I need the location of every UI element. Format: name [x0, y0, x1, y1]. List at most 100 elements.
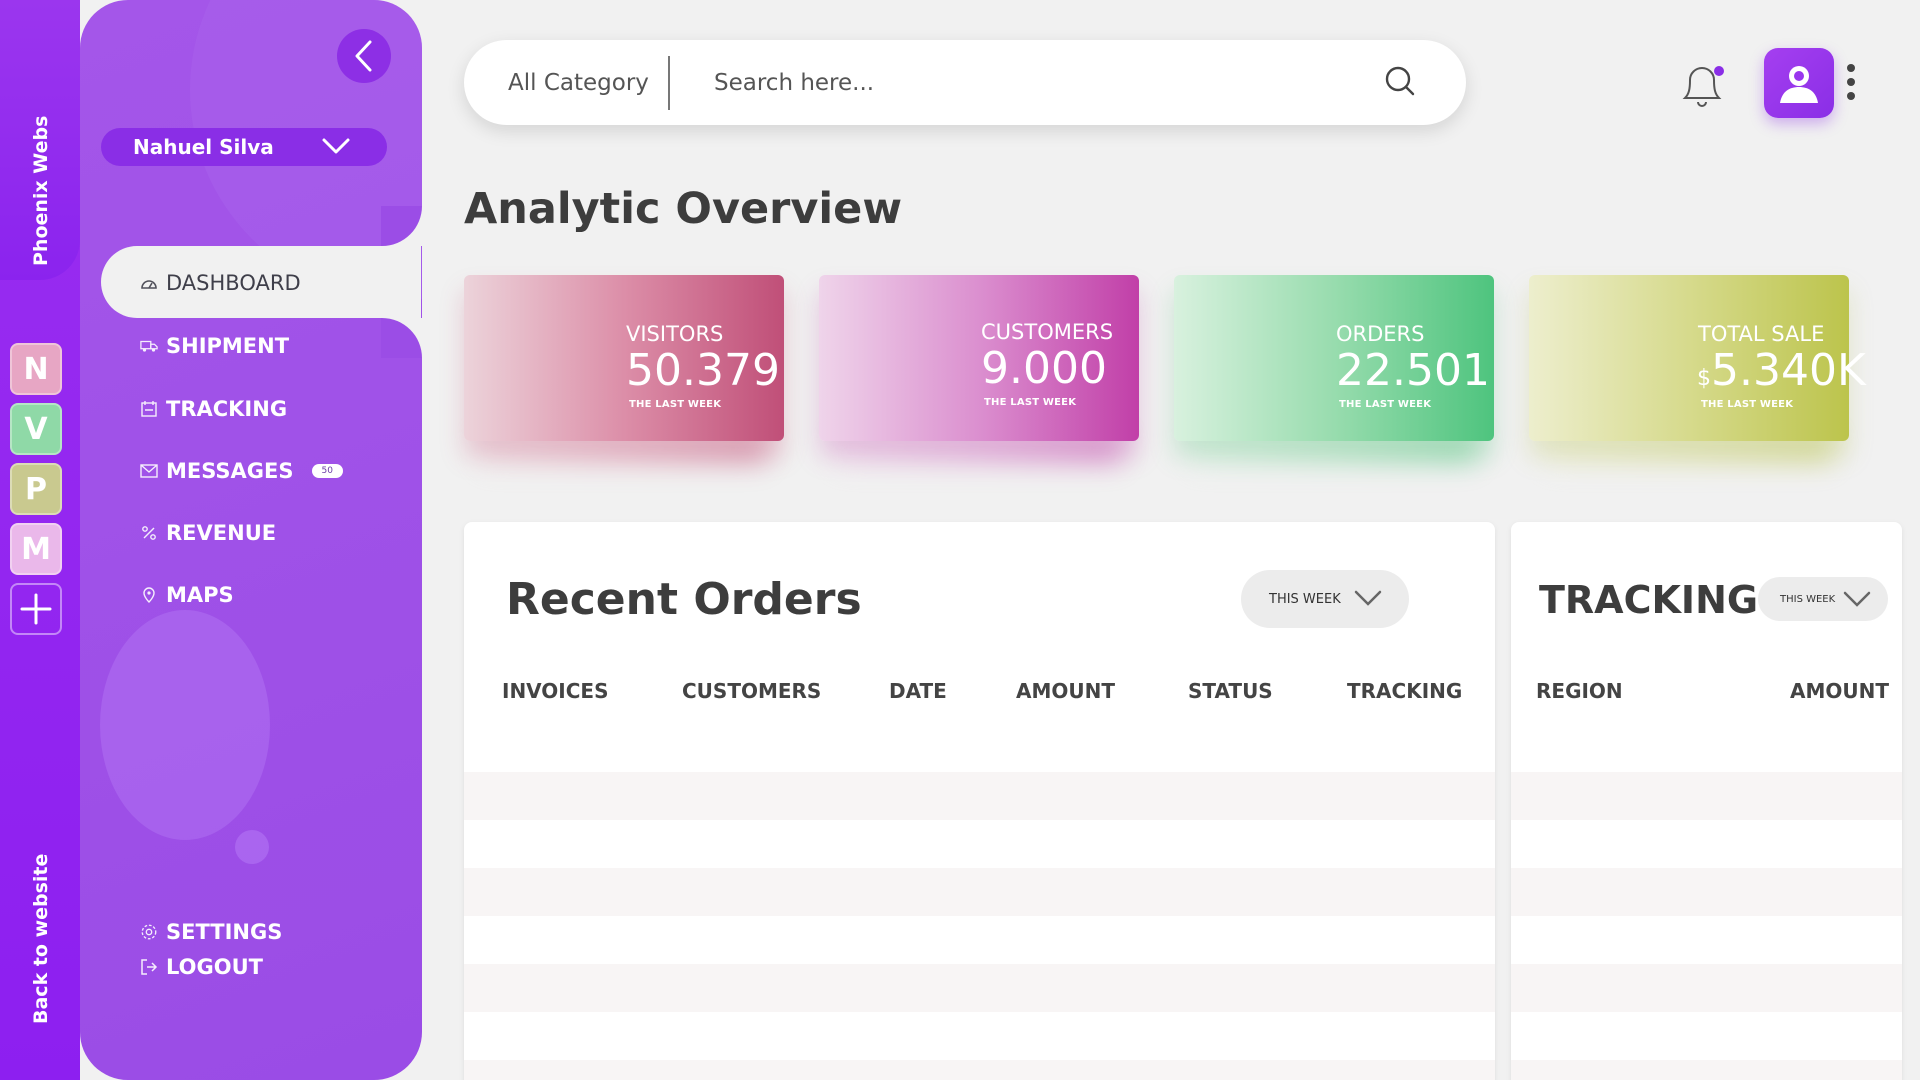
- stat-sub: THE LAST WEEK: [984, 397, 1077, 408]
- sidebar-item-tracking[interactable]: TRACKING: [140, 394, 287, 424]
- period-label: THIS WEEK: [1780, 593, 1836, 605]
- user-name: Nahuel Silva: [133, 135, 274, 159]
- app-tile-letter: V: [24, 411, 48, 447]
- tracking-title: TRACKING: [1539, 578, 1759, 622]
- table-row[interactable]: [1511, 1060, 1902, 1080]
- stat-card-orders: ORDERS 22.501 THE LAST WEEK: [1174, 275, 1494, 441]
- user-icon: [1780, 66, 1818, 103]
- user-avatar[interactable]: [1764, 48, 1834, 118]
- column-header[interactable]: INVOICES: [502, 679, 609, 703]
- app-tile-m[interactable]: M: [10, 523, 62, 575]
- stat-value: $5.340K: [1697, 345, 1866, 396]
- chevron-down-icon: [1843, 591, 1871, 607]
- table-row[interactable]: [1511, 964, 1902, 1012]
- search-bar: All Category: [464, 40, 1466, 125]
- table-row[interactable]: [464, 772, 1495, 820]
- sidebar-item-maps[interactable]: MAPS: [140, 580, 234, 610]
- column-header[interactable]: REGION: [1536, 679, 1623, 703]
- decorative-circle: [100, 610, 270, 840]
- page-title: Analytic Overview: [464, 184, 903, 234]
- stat-value: 50.379: [626, 345, 780, 396]
- search-input[interactable]: [670, 69, 1384, 96]
- table-row[interactable]: [464, 868, 1495, 916]
- percent-icon: [140, 524, 158, 542]
- collapse-sidebar-button[interactable]: [337, 29, 391, 83]
- user-select[interactable]: Nahuel Silva: [101, 128, 387, 166]
- sidebar-item-label: REVENUE: [166, 521, 277, 545]
- stat-label: CUSTOMERS: [981, 320, 1114, 344]
- stat-sub: THE LAST WEEK: [629, 399, 722, 410]
- stat-value-number: 5.340K: [1711, 345, 1866, 396]
- stat-sub: THE LAST WEEK: [1339, 399, 1432, 410]
- table-row[interactable]: [1511, 1012, 1902, 1060]
- sidebar-item-shipment[interactable]: SHIPMENT: [140, 331, 289, 361]
- sidebar-item-label: SHIPMENT: [166, 334, 290, 358]
- table-row[interactable]: [464, 1060, 1495, 1080]
- table-row[interactable]: [464, 1012, 1495, 1060]
- sidebar-item-dashboard[interactable]: DASHBOARD: [140, 268, 301, 298]
- stat-card-visitors: VISITORS 50.379 THE LAST WEEK: [464, 275, 784, 441]
- bell-icon: [1682, 66, 1724, 107]
- kebab-dot: [1847, 64, 1855, 72]
- add-app-button[interactable]: [10, 583, 62, 635]
- app-tile-p[interactable]: P: [10, 463, 62, 515]
- orders-period-select[interactable]: THIS WEEK: [1241, 570, 1409, 628]
- column-header[interactable]: CUSTOMERS: [682, 679, 821, 703]
- gear-icon: [140, 923, 158, 941]
- stat-label: VISITORS: [626, 322, 724, 346]
- sidebar-item-label: DASHBOARD: [166, 271, 301, 295]
- stat-card-customers: CUSTOMERS 9.000 THE LAST WEEK: [819, 275, 1139, 441]
- recent-orders-panel: Recent Orders THIS WEEK INVOICES CUSTOME…: [464, 522, 1495, 1080]
- currency-symbol: $: [1697, 366, 1711, 391]
- category-select[interactable]: All Category: [464, 70, 668, 96]
- app-tile-v[interactable]: V: [10, 403, 62, 455]
- back-to-website-link[interactable]: Back to website: [30, 854, 52, 1024]
- table-row[interactable]: [464, 820, 1495, 868]
- logout-link[interactable]: LOGOUT: [140, 952, 263, 982]
- search-icon[interactable]: [1384, 65, 1424, 101]
- nav-active-corner-bottom: [381, 318, 422, 358]
- table-row[interactable]: [1511, 820, 1902, 868]
- kebab-dot: [1847, 92, 1855, 100]
- notifications-button[interactable]: [1677, 56, 1727, 112]
- more-options-button[interactable]: [1846, 64, 1856, 100]
- column-header[interactable]: AMOUNT: [1016, 679, 1115, 703]
- decorative-dot: [235, 830, 269, 864]
- stat-label: ORDERS: [1336, 322, 1425, 346]
- sidebar-item-revenue[interactable]: REVENUE: [140, 518, 276, 548]
- app-tile-letter: N: [23, 351, 49, 387]
- column-header[interactable]: TRACKING: [1347, 679, 1462, 703]
- nav-active-corner-top: [381, 206, 422, 246]
- recent-orders-title: Recent Orders: [506, 574, 862, 625]
- app-tile-n[interactable]: N: [10, 343, 62, 395]
- brand-name: Phoenix Webs: [30, 115, 52, 266]
- tracking-icon: [140, 400, 158, 418]
- chevron-down-icon: [1354, 590, 1382, 606]
- messages-count-badge: 50: [311, 464, 343, 478]
- stat-value: 9.000: [981, 343, 1107, 394]
- period-label: THIS WEEK: [1269, 591, 1341, 607]
- logout-icon: [140, 958, 158, 976]
- column-header[interactable]: STATUS: [1188, 679, 1273, 703]
- table-row[interactable]: [464, 916, 1495, 964]
- table-row[interactable]: [1511, 916, 1902, 964]
- sidebar-item-messages[interactable]: MESSAGES 50: [140, 456, 343, 486]
- plus-icon: [20, 593, 52, 625]
- tracking-panel: TRACKING THIS WEEK REGION AMOUNT: [1511, 522, 1902, 1080]
- column-header[interactable]: DATE: [889, 679, 947, 703]
- stat-sub: THE LAST WEEK: [1701, 399, 1794, 410]
- kebab-dot: [1847, 78, 1855, 86]
- sidebar-item-label: MAPS: [166, 583, 234, 607]
- truck-icon: [140, 337, 158, 355]
- app-tile-letter: P: [25, 471, 47, 507]
- table-row[interactable]: [1511, 868, 1902, 916]
- stat-label: TOTAL SALE: [1698, 322, 1825, 346]
- settings-link[interactable]: SETTINGS: [140, 917, 282, 947]
- table-row[interactable]: [464, 964, 1495, 1012]
- app-tile-letter: M: [21, 531, 51, 567]
- logout-label: LOGOUT: [166, 955, 263, 979]
- tracking-period-select[interactable]: THIS WEEK: [1758, 577, 1888, 621]
- column-header[interactable]: AMOUNT: [1790, 679, 1889, 703]
- table-row[interactable]: [1511, 772, 1902, 820]
- map-pin-icon: [140, 586, 158, 604]
